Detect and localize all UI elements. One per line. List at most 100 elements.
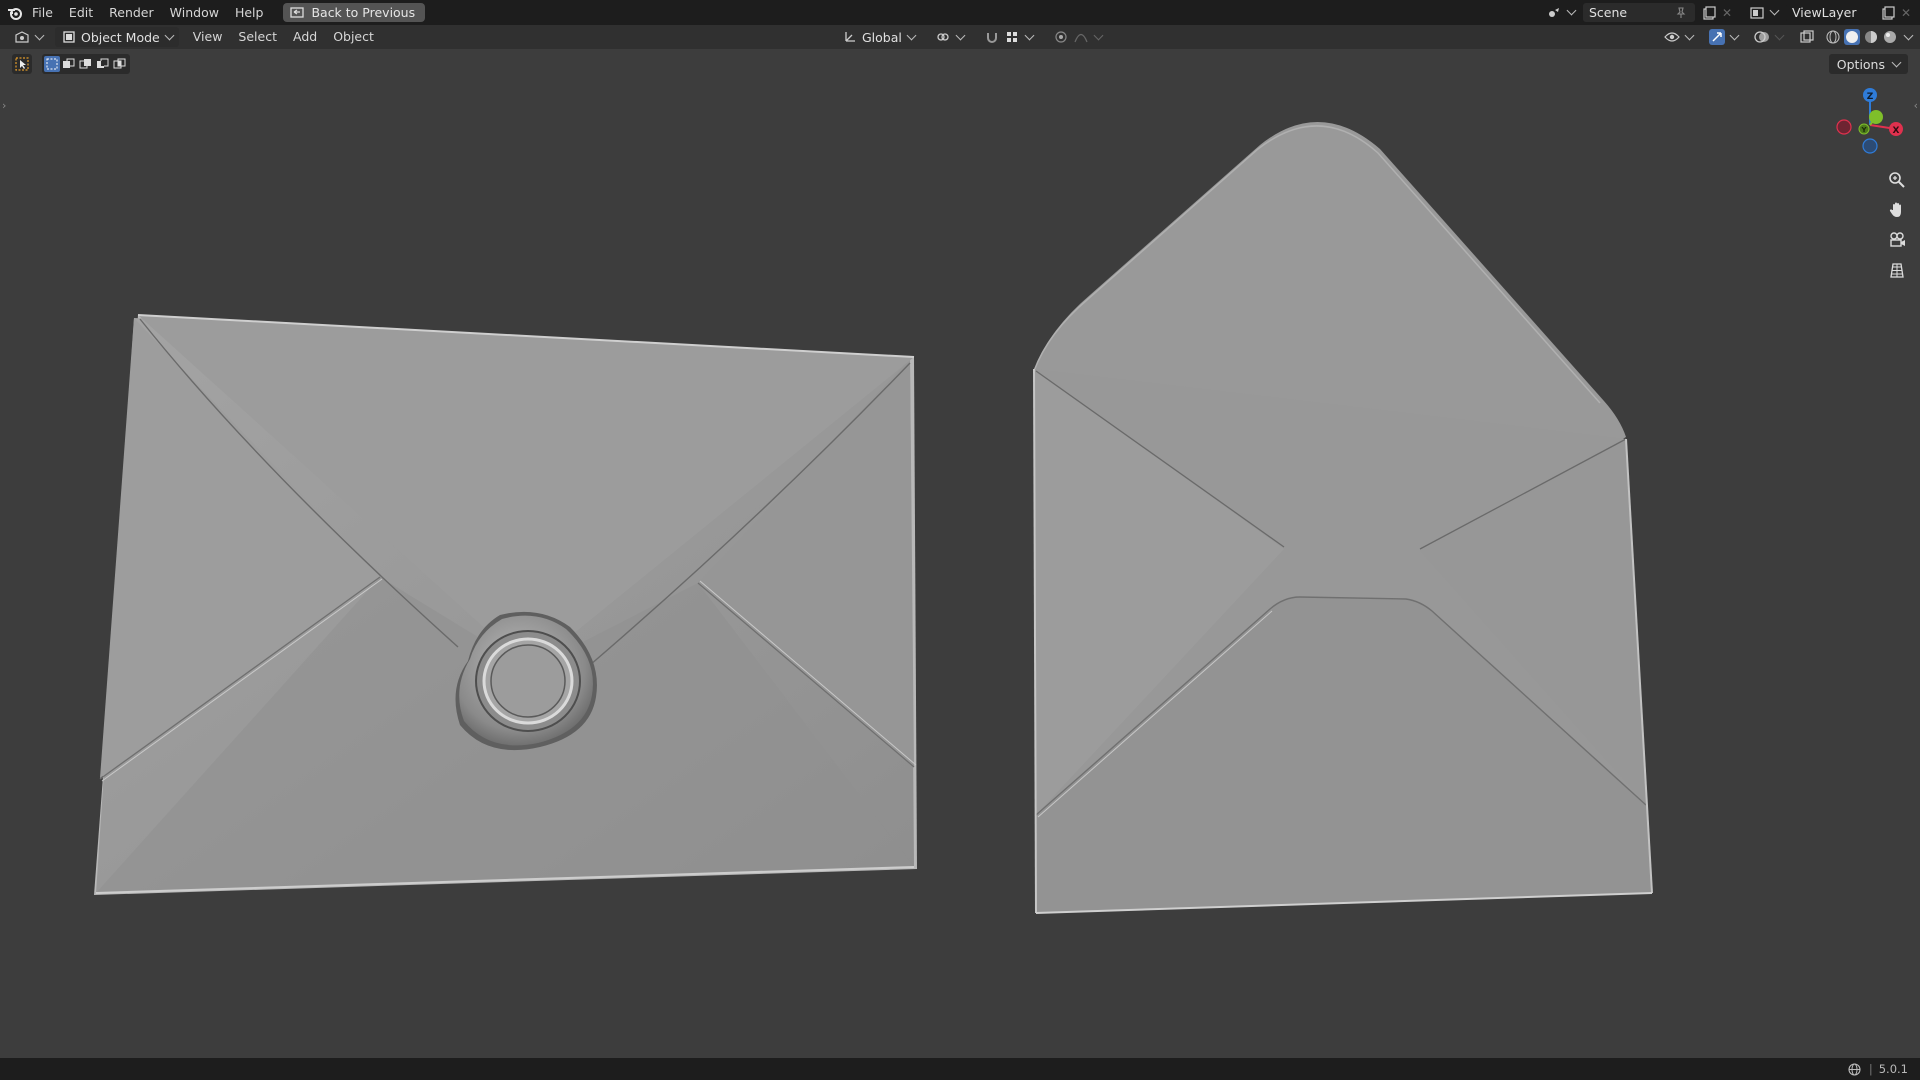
neg-x-axis-handle[interactable]: [1836, 119, 1852, 135]
overlays-toggle[interactable]: [1748, 27, 1789, 47]
menu-help[interactable]: Help: [227, 0, 272, 25]
eye-icon: [1664, 29, 1680, 45]
select-new-icon[interactable]: [44, 56, 60, 72]
camera-icon[interactable]: [1884, 227, 1910, 253]
view-layer-name-field[interactable]: ViewLayer: [1786, 3, 1878, 22]
options-label: Options: [1836, 56, 1885, 72]
select-extend-icon[interactable]: [61, 56, 77, 72]
transform-orientation-selector[interactable]: Global: [836, 27, 921, 47]
snap-increment-icon[interactable]: [1004, 29, 1020, 45]
object-mode-icon: [61, 29, 77, 45]
y-axis-handle[interactable]: [1869, 110, 1883, 124]
view-layer-name: ViewLayer: [1792, 5, 1857, 20]
wireframe-shading-icon[interactable]: [1825, 29, 1841, 45]
chevron-down-icon: [1566, 5, 1577, 16]
active-tool-button[interactable]: [12, 54, 32, 74]
visibility-selector[interactable]: [1658, 27, 1699, 47]
pan-hand-icon[interactable]: [1884, 197, 1910, 223]
z-axis-label: Z: [1867, 92, 1874, 102]
chevron-down-icon: [1093, 30, 1104, 40]
snap-toggle[interactable]: [978, 27, 1039, 47]
chevron-down-icon: [34, 30, 45, 40]
solid-shading-icon[interactable]: [1844, 29, 1860, 45]
shading-mode-group: [1825, 29, 1914, 45]
scene-icon: [1546, 5, 1562, 21]
menu-view[interactable]: View: [185, 25, 231, 49]
chevron-down-icon: [955, 30, 966, 40]
sidebar-expand-arrow[interactable]: ‹: [1914, 99, 1918, 112]
mode-selector[interactable]: Object Mode: [55, 27, 179, 47]
version-separator: |: [1868, 1062, 1873, 1076]
chevron-down-icon[interactable]: [1903, 30, 1914, 40]
3d-viewport[interactable]: › ‹ Options Z X Y: [0, 49, 1920, 1058]
back-screen-icon: [289, 5, 305, 21]
gizmo-toggle[interactable]: [1703, 27, 1744, 47]
neg-z-axis-handle[interactable]: [1862, 138, 1878, 154]
x-axis-label: X: [1893, 126, 1900, 136]
chevron-down-icon: [1729, 30, 1740, 40]
chevron-down-icon: [1684, 30, 1695, 40]
chevron-down-icon: [1891, 57, 1902, 67]
back-to-previous-label: Back to Previous: [311, 5, 416, 20]
menu-render[interactable]: Render: [101, 0, 162, 25]
xray-icon: [1799, 29, 1815, 45]
viewport-header: Object Mode View Select Add Object Globa…: [0, 25, 1920, 49]
scene-name-field[interactable]: Scene: [1583, 3, 1695, 22]
envelope-open[interactable]: [1033, 121, 1653, 914]
proportional-editing-toggle[interactable]: [1047, 27, 1108, 47]
scene-selector[interactable]: [1540, 3, 1581, 23]
new-scene-icon[interactable]: [1701, 5, 1717, 21]
chevron-down-icon: [1024, 30, 1035, 40]
global-axes-icon: [842, 29, 858, 45]
mode-label: Object Mode: [81, 29, 160, 45]
magnet-icon: [984, 29, 1000, 45]
overlay-icon: [1754, 29, 1770, 45]
editor-type-selector[interactable]: [8, 27, 49, 47]
material-preview-icon[interactable]: [1863, 29, 1879, 45]
view-layer-selector[interactable]: [1743, 3, 1784, 23]
topbar-right: Scene ✕ ViewLayer ✕: [1540, 0, 1920, 25]
options-dropdown[interactable]: Options: [1828, 54, 1908, 74]
menu-window[interactable]: Window: [162, 0, 227, 25]
menu-select[interactable]: Select: [230, 25, 285, 49]
navigation-gizmo[interactable]: Z X Y: [1830, 85, 1910, 165]
transform-orientation-label: Global: [862, 29, 902, 45]
menu-object[interactable]: Object: [325, 25, 382, 49]
delete-scene-icon[interactable]: ✕: [1719, 5, 1735, 21]
chevron-down-icon: [1769, 5, 1780, 16]
status-bar: | 5.0.1: [0, 1058, 1920, 1080]
select-intersect-icon[interactable]: [112, 56, 128, 72]
pivot-point-selector[interactable]: [929, 27, 970, 47]
3d-viewport-icon: [14, 29, 30, 45]
scene-name: Scene: [1589, 5, 1628, 20]
selection-mode-group: [42, 54, 130, 74]
blender-logo-icon[interactable]: [6, 5, 24, 21]
grid-ortho-icon[interactable]: [1884, 257, 1910, 283]
menu-add[interactable]: Add: [285, 25, 325, 49]
delete-view-layer-icon[interactable]: ✕: [1898, 5, 1914, 21]
pin-icon[interactable]: [1673, 5, 1689, 21]
select-subtract-icon[interactable]: [78, 56, 94, 72]
envelope-closed[interactable]: [94, 314, 917, 895]
proportional-edit-icon: [1053, 29, 1069, 45]
select-invert-icon[interactable]: [95, 56, 111, 72]
back-to-previous-button[interactable]: Back to Previous: [283, 3, 426, 22]
scene-render: [94, 121, 1653, 914]
version-label: 5.0.1: [1878, 1062, 1908, 1076]
toolbar-expand-arrow[interactable]: ›: [2, 99, 6, 112]
menu-file[interactable]: File: [24, 0, 61, 25]
tool-settings-row: [12, 54, 130, 74]
gizmo-icon: [1709, 29, 1725, 45]
version-info: | 5.0.1: [1847, 1061, 1908, 1077]
chevron-down-icon: [1774, 30, 1785, 40]
new-view-layer-icon[interactable]: [1880, 5, 1896, 21]
pivot-icon: [935, 29, 951, 45]
y-axis-label: Y: [1860, 126, 1867, 134]
xray-toggle[interactable]: [1793, 27, 1821, 47]
zoom-icon[interactable]: [1884, 167, 1910, 193]
chevron-down-icon: [164, 30, 175, 40]
falloff-curve-icon[interactable]: [1073, 29, 1089, 45]
rendered-shading-icon[interactable]: [1882, 29, 1898, 45]
menu-edit[interactable]: Edit: [61, 0, 101, 25]
top-bar: File Edit Render Window Help Back to Pre…: [0, 0, 1920, 25]
